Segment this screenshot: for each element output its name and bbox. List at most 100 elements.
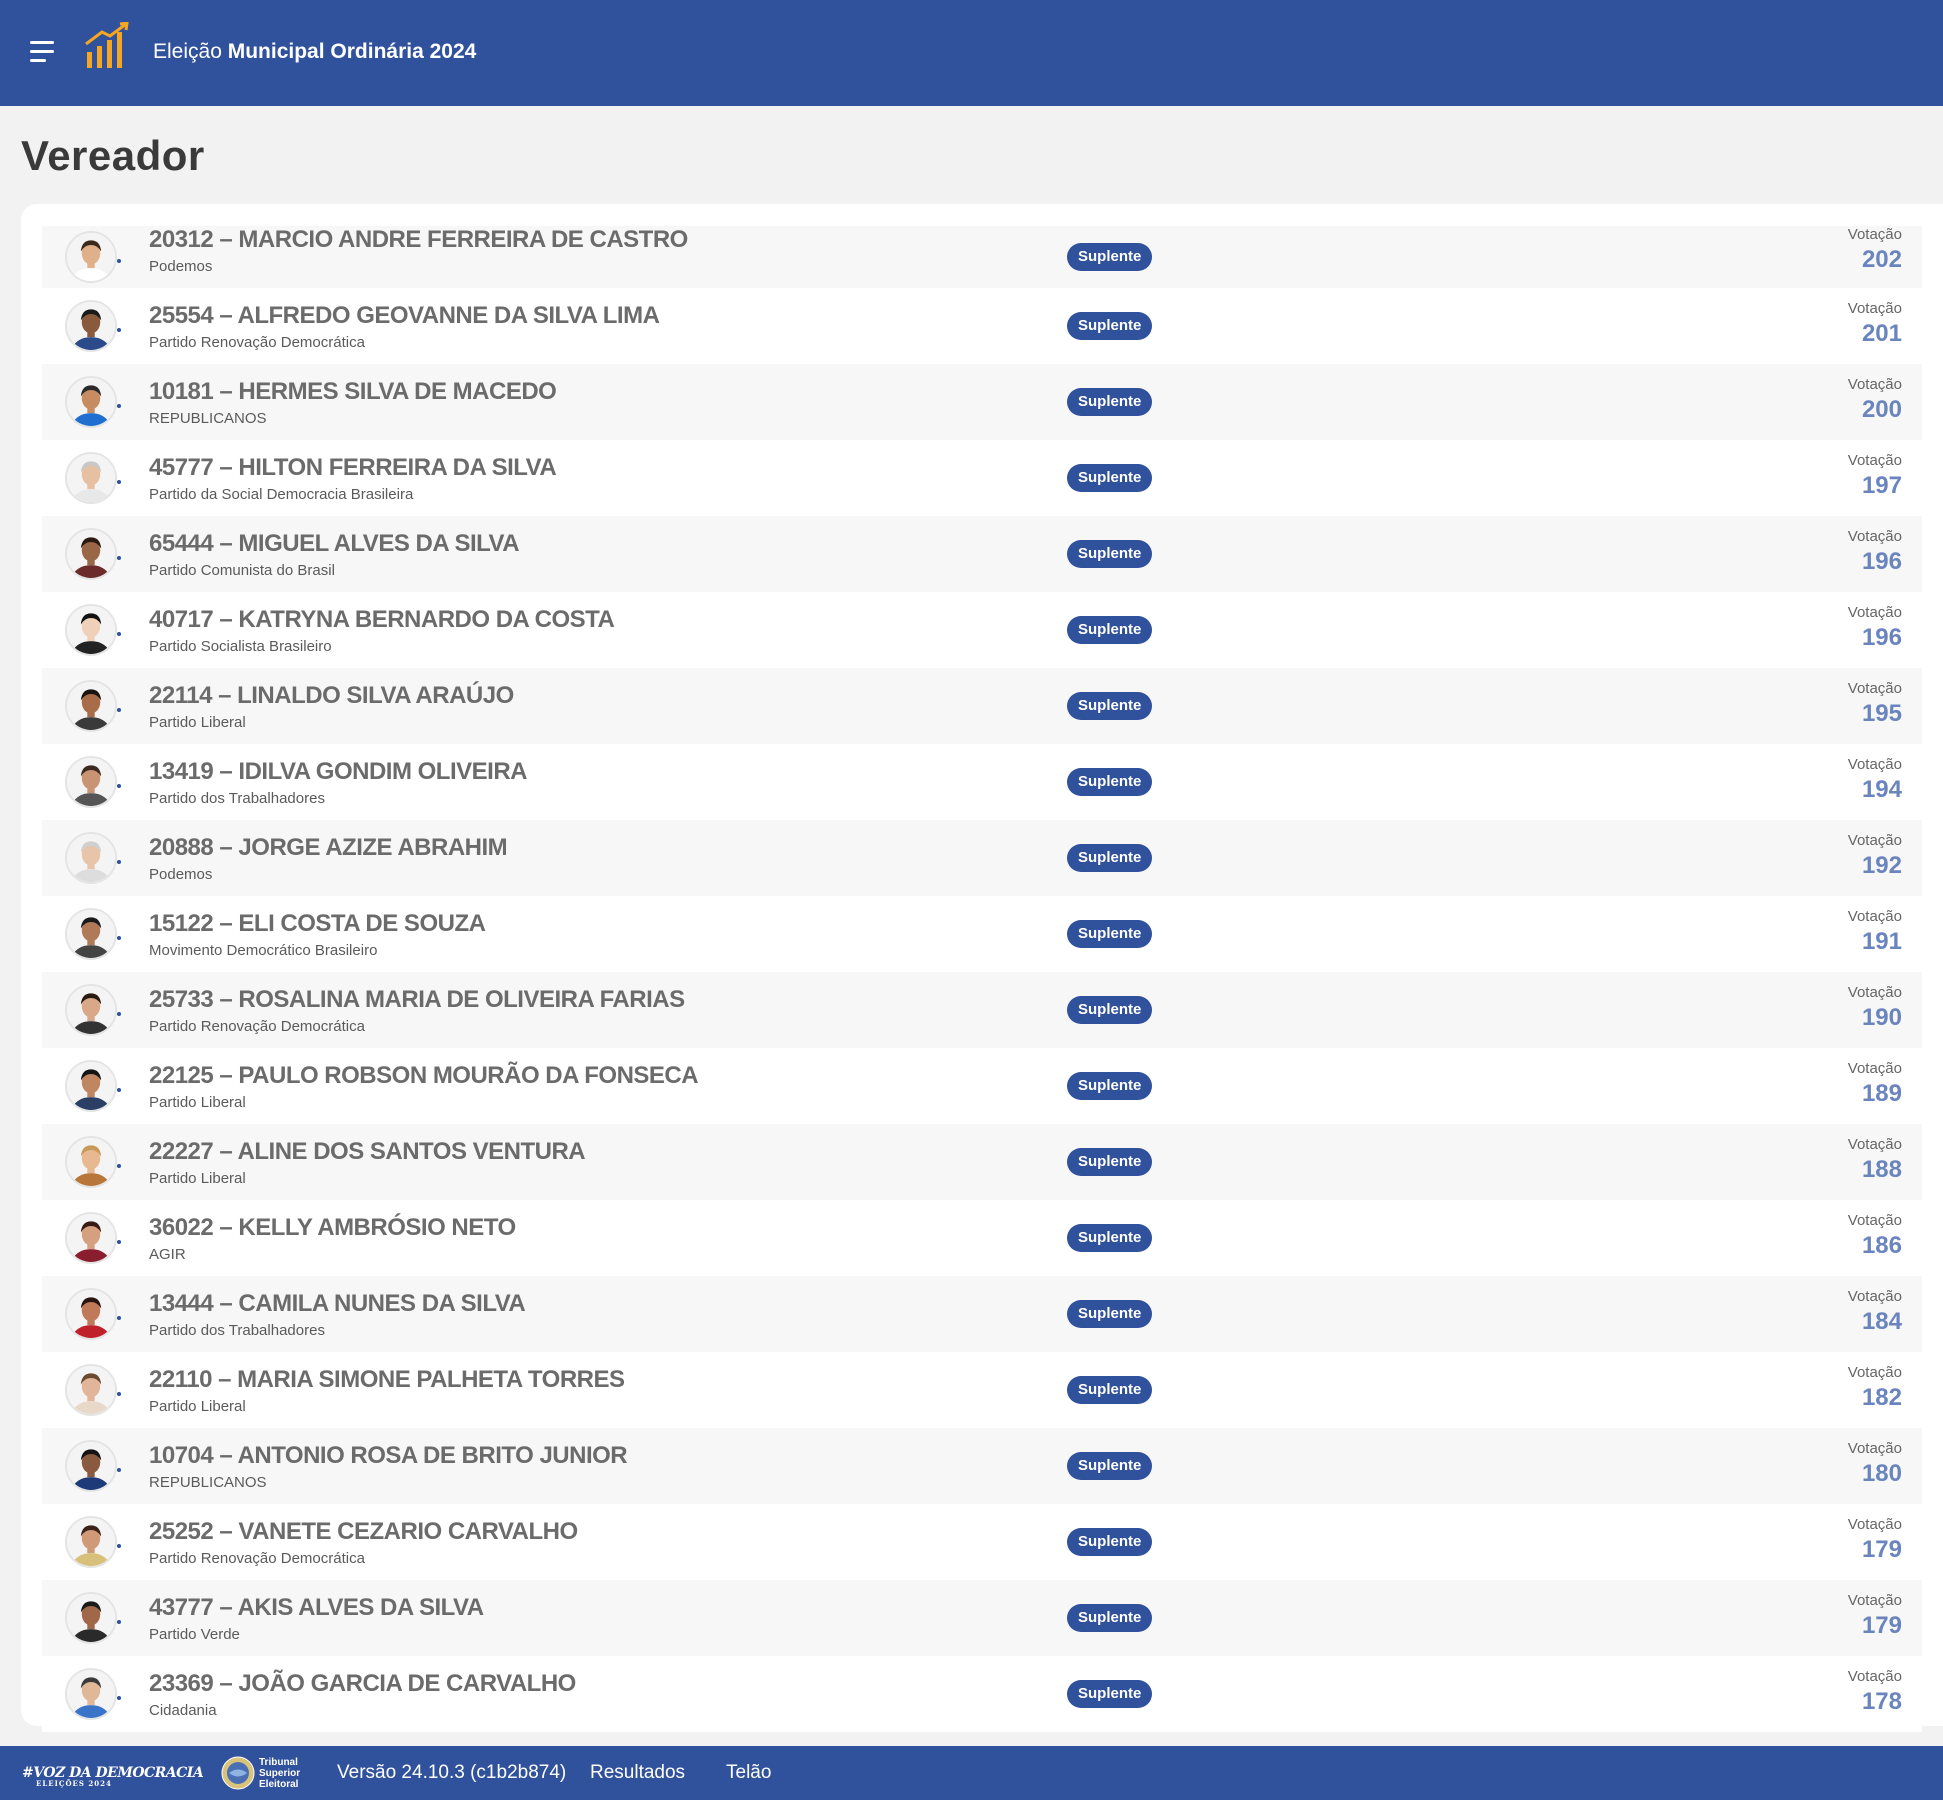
votes-label: Votação	[1847, 756, 1902, 773]
votes-value: 201	[1861, 320, 1902, 347]
candidate-name: 20888 – JORGE AZIZE ABRAHIM	[149, 834, 508, 861]
candidate-party: Partido Verde	[149, 1626, 240, 1643]
candidate-name: 25733 – ROSALINA MARIA DE OLIVEIRA FARIA…	[149, 986, 685, 1013]
candidate-row[interactable]: 25252 – VANETE CEZARIO CARVALHO Partido R…	[42, 1504, 1922, 1580]
avatar-status-dot	[117, 259, 121, 263]
candidate-row[interactable]: 36022 – KELLY AMBRÓSIO NETO AGIR Suplente V…	[42, 1200, 1922, 1276]
votes-label: Votação	[1847, 832, 1902, 849]
votes-label: Votação	[1847, 680, 1902, 697]
status-badge: Suplente	[1067, 692, 1153, 720]
votes-value: 196	[1861, 624, 1902, 651]
votes-value: 182	[1861, 1384, 1902, 1411]
votes-value: 186	[1861, 1232, 1902, 1259]
avatar-status-dot	[117, 1316, 121, 1320]
votes-label: Votação	[1847, 1516, 1902, 1533]
hamburger-menu-icon[interactable]	[30, 41, 58, 65]
candidate-name: 13444 – CAMILA NUNES DA SILVA	[149, 1290, 526, 1317]
votes-value: 180	[1861, 1460, 1902, 1487]
status-badge: Suplente	[1067, 243, 1153, 271]
candidate-avatar	[65, 1288, 117, 1340]
candidate-avatar	[65, 1136, 117, 1188]
candidate-row[interactable]: 22125 – PAULO ROBSON MOURÃO DA FONSECA Pa…	[42, 1048, 1922, 1124]
candidate-avatar	[65, 1592, 117, 1644]
candidate-name: 15122 – ELI COSTA DE SOUZA	[149, 910, 486, 937]
candidate-row[interactable]: 43777 – AKIS ALVES DA SILVA Partido Verde…	[42, 1580, 1922, 1656]
candidate-name: 25252 – VANETE CEZARIO CARVALHO	[149, 1518, 578, 1545]
candidate-party: Partido Renovação Democrática	[149, 334, 365, 351]
candidate-party: Partido da Social Democracia Brasileira	[149, 486, 414, 503]
candidate-row[interactable]: 45777 – HILTON FERREIRA DA SILVA Partido …	[42, 440, 1922, 516]
avatar-status-dot	[117, 936, 121, 940]
votes-value: 202	[1861, 246, 1902, 273]
votes-label: Votação	[1847, 1592, 1902, 1609]
votes-label: Votação	[1847, 1440, 1902, 1457]
avatar-status-dot	[117, 1088, 121, 1092]
avatar-status-dot	[117, 860, 121, 864]
candidate-row[interactable]: 65444 – MIGUEL ALVES DA SILVA Partido Com…	[42, 516, 1922, 592]
results-link[interactable]: Resultados	[590, 1762, 685, 1784]
candidate-avatar	[65, 231, 117, 283]
votes-label: Votação	[1847, 984, 1902, 1001]
votes-label: Votação	[1847, 1288, 1902, 1305]
votes-value: 178	[1861, 1688, 1902, 1715]
candidate-party: Partido Renovação Democrática	[149, 1018, 365, 1035]
candidate-row[interactable]: 10704 – ANTONIO ROSA DE BRITO JUNIOR REPU…	[42, 1428, 1922, 1504]
candidate-row[interactable]: 40717 – KATRYNA BERNARDO DA COSTA Partido…	[42, 592, 1922, 668]
status-badge: Suplente	[1067, 1148, 1153, 1176]
votes-value: 179	[1861, 1536, 1902, 1563]
candidate-row[interactable]: 13444 – CAMILA NUNES DA SILVA Partido dos…	[42, 1276, 1922, 1352]
candidate-row[interactable]: 15122 – ELI COSTA DE SOUZA Movimento Demo…	[42, 896, 1922, 972]
candidate-row[interactable]: 20888 – JORGE AZIZE ABRAHIM Podemos Suplen…	[42, 820, 1922, 896]
status-badge: Suplente	[1067, 540, 1153, 568]
candidate-avatar	[65, 984, 117, 1036]
avatar-status-dot	[117, 1240, 121, 1244]
candidate-row[interactable]: 22110 – MARIA SIMONE PALHETA TORRES Parti…	[42, 1352, 1922, 1428]
avatar-status-dot	[117, 328, 121, 332]
candidate-avatar	[65, 908, 117, 960]
candidate-name: 25554 – ALFREDO GEOVANNE DA SILVA LIMA	[149, 302, 660, 329]
candidate-name: 22227 – ALINE DOS SANTOS VENTURA	[149, 1138, 586, 1165]
avatar-status-dot	[117, 556, 121, 560]
candidate-name: 22114 – LINALDO SILVA ARAÚJO	[149, 682, 514, 709]
votes-value: 196	[1861, 548, 1902, 575]
status-badge: Suplente	[1067, 312, 1153, 340]
candidate-row[interactable]: 20312 – MARCIO ANDRE FERREIRA DE CASTRO P…	[42, 226, 1922, 288]
candidates-list: 20312 – MARCIO ANDRE FERREIRA DE CASTRO P…	[42, 226, 1922, 1732]
candidate-row[interactable]: 13419 – IDILVA GONDIM OLIVEIRA Partido do…	[42, 744, 1922, 820]
candidate-avatar	[65, 756, 117, 808]
candidate-party: REPUBLICANOS	[149, 410, 267, 427]
candidate-name: 36022 – KELLY AMBRÓSIO NETO	[149, 1214, 516, 1241]
avatar-status-dot	[117, 1620, 121, 1624]
status-badge: Suplente	[1067, 1604, 1153, 1632]
votes-value: 194	[1861, 776, 1902, 803]
votes-label: Votação	[1847, 376, 1902, 393]
candidate-row[interactable]: 25554 – ALFREDO GEOVANNE DA SILVA LIMA Pa…	[42, 288, 1922, 364]
votes-label: Votação	[1847, 1212, 1902, 1229]
status-badge: Suplente	[1067, 1224, 1153, 1252]
votes-value: 192	[1861, 852, 1902, 879]
avatar-status-dot	[117, 1544, 121, 1548]
candidate-name: 10704 – ANTONIO ROSA DE BRITO JUNIOR	[149, 1442, 628, 1469]
status-badge: Suplente	[1067, 996, 1153, 1024]
footer: #VOZ DA DEMOCRACIA ELEIÇÕES 2024 Tribuna…	[0, 1746, 1943, 1800]
status-badge: Suplente	[1067, 1452, 1153, 1480]
candidate-party: Movimento Democrático Brasileiro	[149, 942, 378, 959]
app-title: Eleição Municipal Ordinária 2024	[153, 40, 477, 63]
votes-value: 200	[1861, 396, 1902, 423]
telao-link[interactable]: Telão	[726, 1762, 771, 1784]
candidate-name: 10181 – HERMES SILVA DE MACEDO	[149, 378, 557, 405]
candidate-party: Partido Liberal	[149, 1398, 246, 1415]
candidate-row[interactable]: 22227 – ALINE DOS SANTOS VENTURA Partido …	[42, 1124, 1922, 1200]
candidate-name: 22110 – MARIA SIMONE PALHETA TORRES	[149, 1366, 625, 1393]
votes-label: Votação	[1847, 300, 1902, 317]
status-badge: Suplente	[1067, 1300, 1153, 1328]
candidate-row[interactable]: 25733 – ROSALINA MARIA DE OLIVEIRA FARIA…	[42, 972, 1922, 1048]
candidate-row[interactable]: 10181 – HERMES SILVA DE MACEDO REPUBLICAN…	[42, 364, 1922, 440]
candidate-party: Cidadania	[149, 1702, 217, 1719]
candidate-row[interactable]: 22114 – LINALDO SILVA ARAÚJO Partido Libe…	[42, 668, 1922, 744]
page-title: Vereador	[21, 132, 205, 179]
candidate-party: Partido dos Trabalhadores	[149, 1322, 325, 1339]
candidate-party: Partido Liberal	[149, 1170, 246, 1187]
candidate-row[interactable]: 23369 – JOÃO GARCIA DE CARVALHO Cidadania…	[42, 1656, 1922, 1732]
status-badge: Suplente	[1067, 1528, 1153, 1556]
